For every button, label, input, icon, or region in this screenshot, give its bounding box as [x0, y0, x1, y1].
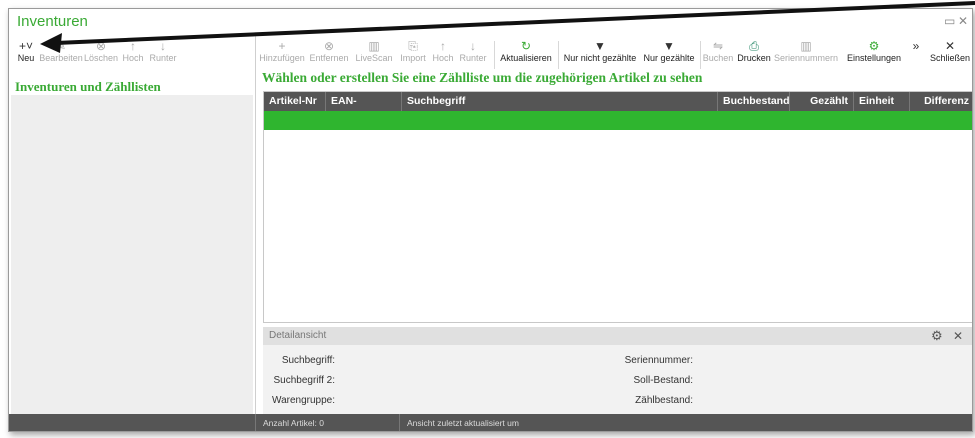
annotation-arrow	[40, 1, 975, 53]
